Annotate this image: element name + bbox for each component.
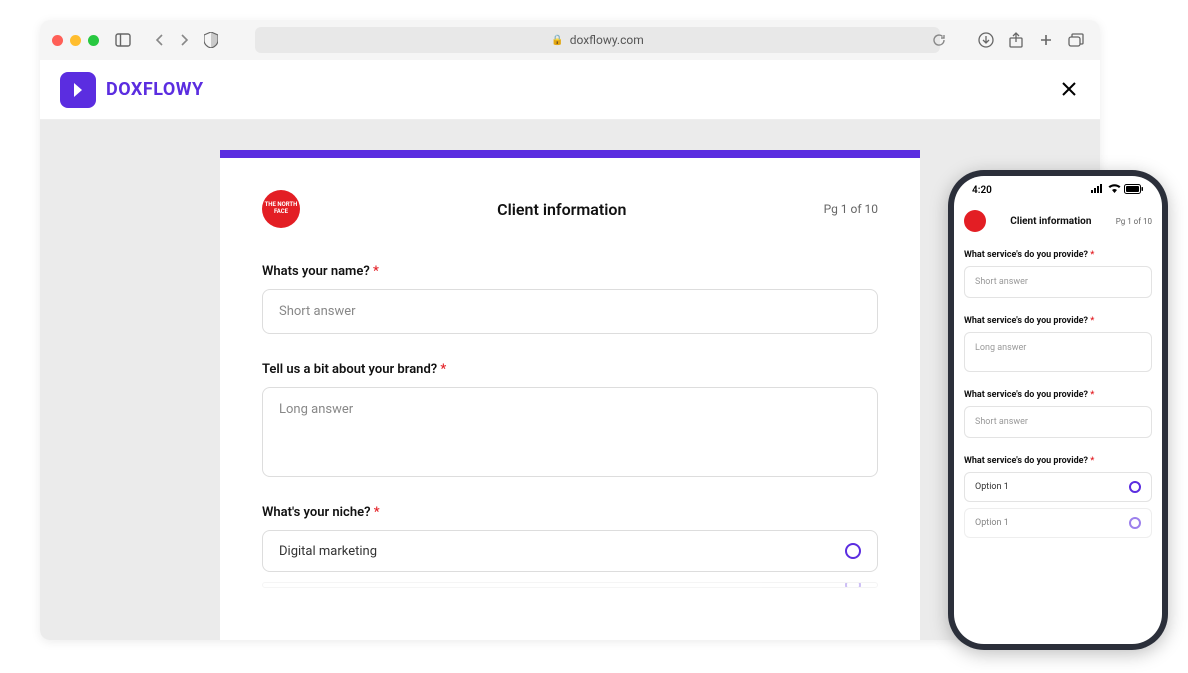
app-header: DOXFLOWY (40, 60, 1100, 120)
question-brand: Tell us a bit about your brand? * Long a… (262, 362, 878, 477)
mobile-form-title: Client information (1010, 216, 1091, 227)
question-niche: What's your niche? * Digital marketing (262, 505, 878, 588)
question-label: Whats your name? * (262, 264, 878, 279)
back-button[interactable] (151, 31, 169, 49)
tabs-icon[interactable] (1068, 32, 1084, 48)
window-minimize-button[interactable] (70, 35, 81, 46)
url-text: doxflowy.com (570, 33, 644, 47)
mobile-long-input[interactable]: Long answer (964, 332, 1152, 372)
mobile-status-bar: 4:20 (954, 176, 1162, 204)
download-icon[interactable] (978, 32, 994, 48)
mobile-form-header: Client information Pg 1 of 10 (954, 204, 1162, 240)
option-text: Option 1 (975, 482, 1009, 492)
privacy-shield-icon[interactable] (203, 32, 219, 48)
lock-icon: 🔒 (551, 35, 563, 46)
wifi-icon (1108, 184, 1121, 196)
mobile-q-label: What service's do you provide? * (964, 456, 1152, 466)
mobile-time: 4:20 (972, 185, 992, 196)
required-star: * (374, 505, 380, 520)
form-body: Whats your name? * Short answer Tell us … (220, 244, 920, 628)
mobile-option-1[interactable]: Option 1 (964, 472, 1152, 502)
window-close-button[interactable] (52, 35, 63, 46)
form-title: Client information (300, 200, 824, 219)
browser-chrome: 🔒 doxflowy.com (40, 20, 1100, 60)
short-answer-input[interactable]: Short answer (262, 289, 878, 334)
niche-option[interactable]: Digital marketing (262, 530, 878, 572)
form-header: THE NORTH FACE Client information Pg 1 o… (220, 158, 920, 244)
share-icon[interactable] (1008, 32, 1024, 48)
page-counter: Pg 1 of 10 (824, 202, 878, 216)
logo[interactable]: DOXFLOWY (60, 72, 204, 108)
logo-mark-icon (60, 72, 96, 108)
traffic-lights (52, 35, 99, 46)
window-maximize-button[interactable] (88, 35, 99, 46)
required-star: * (440, 362, 446, 377)
mobile-short-input[interactable]: Short answer (964, 266, 1152, 298)
brand-logo: THE NORTH FACE (262, 190, 300, 228)
close-button[interactable] (1060, 80, 1080, 100)
mobile-question-2: What service's do you provide? * Long an… (964, 316, 1152, 372)
form-card: THE NORTH FACE Client information Pg 1 o… (220, 150, 920, 640)
mobile-question-3: What service's do you provide? * Short a… (964, 390, 1152, 438)
brand-logo-text: THE NORTH FACE (262, 202, 300, 215)
mobile-q-label: What service's do you provide? * (964, 250, 1152, 260)
forward-button[interactable] (175, 31, 193, 49)
new-tab-icon[interactable] (1038, 32, 1054, 48)
signal-icon (1091, 184, 1105, 196)
question-label: Tell us a bit about your brand? * (262, 362, 878, 377)
radio-icon (1129, 517, 1141, 529)
canvas-area: THE NORTH FACE Client information Pg 1 o… (40, 120, 1100, 640)
logo-text: DOXFLOWY (106, 79, 204, 100)
mobile-q-label: What service's do you provide? * (964, 316, 1152, 326)
mobile-question-1: What service's do you provide? * Short a… (964, 250, 1152, 298)
desktop-browser-frame: 🔒 doxflowy.com DOXFLOWY (40, 20, 1100, 640)
option-text: Option 1 (975, 518, 1009, 528)
mobile-screen: 4:20 Client information Pg 1 of 10 What … (954, 176, 1162, 644)
mobile-brand-logo (964, 210, 986, 232)
question-name: Whats your name? * Short answer (262, 264, 878, 334)
niche-option-2[interactable] (262, 582, 878, 588)
radio-icon (1129, 481, 1141, 493)
question-label: What's your niche? * (262, 505, 878, 520)
radio-icon (845, 582, 861, 588)
address-bar[interactable]: 🔒 doxflowy.com (255, 27, 940, 53)
sidebar-toggle-icon[interactable] (115, 32, 131, 48)
mobile-form-body: What service's do you provide? * Short a… (954, 240, 1162, 538)
radio-icon (845, 543, 861, 559)
option-text: Digital marketing (279, 544, 377, 559)
mobile-q-label: What service's do you provide? * (964, 390, 1152, 400)
battery-icon (1124, 184, 1144, 197)
required-star: * (373, 264, 379, 279)
mobile-question-4: What service's do you provide? * Option … (964, 456, 1152, 538)
mobile-option-2[interactable]: Option 1 (964, 508, 1152, 538)
mobile-short-input[interactable]: Short answer (964, 406, 1152, 438)
reload-button[interactable] (930, 31, 948, 49)
mobile-page-counter: Pg 1 of 10 (1116, 217, 1152, 226)
mobile-frame: 4:20 Client information Pg 1 of 10 What … (948, 170, 1168, 650)
long-answer-input[interactable]: Long answer (262, 387, 878, 477)
